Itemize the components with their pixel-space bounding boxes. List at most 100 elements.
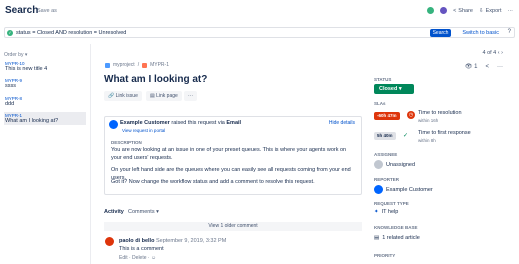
- breadcrumb-issue-key[interactable]: MYPR-1: [150, 62, 169, 68]
- switch-to-basic-link[interactable]: Switch to basic: [462, 30, 499, 36]
- list-item[interactable]: MYPR-10 This is new title 4: [4, 60, 86, 73]
- sla-title: Time to first response: [418, 130, 471, 136]
- export-label: Export: [485, 7, 502, 14]
- more-actions-button[interactable]: ···: [184, 91, 197, 101]
- request-type-icon: ✦: [374, 209, 379, 215]
- raised-via: Email: [226, 120, 242, 126]
- apps-icon[interactable]: [440, 7, 448, 14]
- next-issue-icon[interactable]: ›: [501, 50, 503, 56]
- sla-title: Time to resolution: [418, 110, 462, 116]
- sla-timer-badge: -60h 47m: [374, 112, 400, 120]
- raised-by-name[interactable]: Example Customer: [120, 120, 170, 126]
- breadcrumb-separator: /: [137, 62, 140, 68]
- list-item[interactable]: MYPR-8 ddd: [4, 95, 86, 108]
- unassigned-avatar: [374, 160, 383, 169]
- share-label: Share: [458, 7, 473, 14]
- feedback-icon[interactable]: [427, 7, 435, 14]
- reporter-avatar: [374, 185, 383, 194]
- previous-issue-icon[interactable]: ‹: [498, 50, 500, 56]
- share-icon: <: [453, 7, 457, 14]
- order-by-dropdown[interactable]: Order by ▾: [4, 52, 27, 58]
- help-icon[interactable]: ?: [508, 29, 511, 35]
- request-type-value: IT help: [381, 209, 399, 215]
- jql-query-bar[interactable]: ✓ status = Closed AND resolution = Unres…: [4, 27, 515, 38]
- issue-counter: 4 of 4 ‹ ›: [482, 50, 503, 56]
- slas-heading: SLAs: [374, 101, 386, 106]
- sla-target: within 8h: [418, 138, 436, 143]
- activity-filter-dropdown[interactable]: Comments ▾: [128, 209, 159, 215]
- sla-breached-icon: ◷: [407, 111, 415, 119]
- link-page-button[interactable]: ▤ Link page: [146, 91, 182, 101]
- panel-divider[interactable]: [90, 44, 91, 264]
- issue-title[interactable]: What am I looking at?: [104, 74, 207, 85]
- request-type-heading: REQUEST TYPE: [374, 201, 409, 206]
- comment-header: paolo di bello September 9, 2019, 3:32 P…: [119, 238, 226, 244]
- comment-body: This is a comment: [119, 246, 164, 252]
- issue-summary: What am I looking at?: [5, 118, 59, 124]
- comment-actions[interactable]: Edit · Delete · ☺: [119, 255, 156, 261]
- description-paragraph: You are now looking at an issue in one o…: [111, 147, 347, 161]
- knowledge-base-link[interactable]: ▤ 1 related article: [374, 235, 420, 241]
- export-button[interactable]: ⇩ Export: [479, 8, 502, 14]
- status-label: Closed: [379, 86, 398, 92]
- watchers-count: 1: [474, 64, 478, 70]
- article-icon: ▤: [374, 235, 380, 241]
- page-icon: ▤: [150, 93, 155, 99]
- activity-filter-label: Comments: [128, 209, 155, 215]
- list-item[interactable]: MYPR-9 ssss: [4, 77, 86, 90]
- watch-button[interactable]: 👁 1: [465, 63, 478, 70]
- valid-query-icon: ✓: [7, 30, 13, 36]
- sla-target: within 16h: [418, 118, 439, 123]
- header-actions: < Share ⇩ Export ···: [427, 7, 513, 14]
- link-page-label: Link page: [156, 93, 178, 99]
- activity-heading: Activity: [104, 209, 124, 215]
- more-icon[interactable]: ···: [497, 64, 503, 70]
- view-older-comments-button[interactable]: View 1 older comment: [104, 222, 362, 231]
- comment-date: September 9, 2019, 3:32 PM: [155, 238, 227, 244]
- assignee-field[interactable]: Unassigned: [374, 160, 415, 169]
- raised-by-text: Example Customer raised this request via…: [120, 120, 241, 126]
- issue-type-icon: [142, 62, 148, 68]
- issue-summary: ssss: [5, 83, 16, 89]
- customer-avatar: [109, 120, 118, 129]
- knowledge-base-value: 1 related article: [382, 235, 420, 241]
- breadcrumb: myproject / MYPR-1: [105, 62, 169, 68]
- issue-summary: This is new title 4: [5, 66, 48, 72]
- knowledge-base-heading: KNOWLEDGE BASE: [374, 225, 418, 230]
- reporter-heading: REPORTER: [374, 177, 400, 182]
- status-heading: STATUS: [374, 77, 392, 82]
- issue-toolbar: 👁 1 < ···: [465, 63, 503, 71]
- save-as-button[interactable]: Save as: [37, 8, 57, 14]
- breadcrumb-project[interactable]: myproject: [113, 62, 135, 68]
- link-issue-button[interactable]: 🔗 Link issue: [104, 91, 142, 101]
- issue-counter-text: 4 of 4: [482, 50, 497, 56]
- assignee-value: Unassigned: [386, 161, 416, 168]
- sla-timer-badge: 5h 40m: [374, 132, 396, 140]
- description-heading: DESCRIPTION: [111, 140, 142, 145]
- more-icon[interactable]: ···: [508, 8, 514, 14]
- hide-details-link[interactable]: Hide details: [329, 120, 355, 126]
- share-icon[interactable]: <: [485, 64, 489, 70]
- raised-by-mid: raised this request via: [169, 120, 227, 126]
- search-button[interactable]: Search: [430, 29, 451, 37]
- status-dropdown[interactable]: Closed ▾: [374, 84, 414, 94]
- reporter-field[interactable]: Example Customer: [374, 185, 433, 194]
- share-button[interactable]: < Share: [453, 8, 473, 14]
- comment-author[interactable]: paolo di bello: [119, 238, 154, 244]
- link-issue-label: Link issue: [115, 93, 138, 99]
- export-icon: ⇩: [478, 7, 484, 14]
- page-title: Search: [5, 5, 39, 16]
- issue-summary: ddd: [5, 101, 15, 107]
- assignee-heading: ASSIGNEE: [374, 152, 398, 157]
- priority-heading: PRIORITY: [374, 253, 396, 258]
- comment-avatar: [105, 237, 114, 246]
- request-type-field[interactable]: ✦ IT help: [374, 209, 398, 215]
- list-item-selected[interactable]: MYPR-1 What am I looking at?: [4, 112, 86, 125]
- request-details-card: Example Customer raised this request via…: [104, 116, 362, 195]
- description-paragraph: Got it? Now change the workflow status a…: [111, 179, 315, 185]
- jql-query-input[interactable]: status = Closed AND resolution = Unresol…: [16, 30, 126, 36]
- project-icon: [105, 62, 110, 68]
- view-in-portal-link[interactable]: View request in portal: [122, 128, 165, 133]
- link-icon: 🔗: [108, 93, 115, 99]
- reporter-value: Example Customer: [386, 186, 433, 193]
